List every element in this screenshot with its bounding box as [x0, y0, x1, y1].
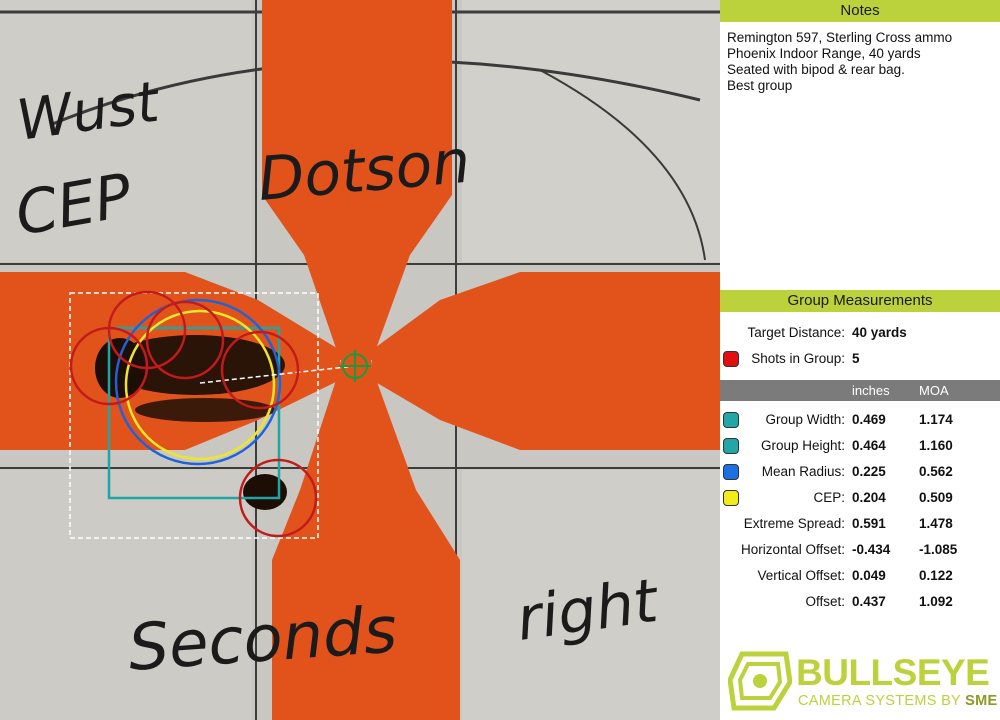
- notes-line: Phoenix Indoor Range, 40 yards: [727, 46, 921, 61]
- measurement-moa-value: 1.478: [919, 516, 953, 531]
- logo-wordmark: BULLSEYE: [796, 652, 990, 693]
- notes-header: Notes: [720, 0, 1000, 22]
- measurement-label: Horizontal Offset:: [740, 542, 845, 557]
- notes-line: Remington 597, Sterling Cross ammo: [727, 30, 953, 45]
- measurement-color-swatch[interactable]: [723, 464, 739, 480]
- measurement-row[interactable]: Offset: 0.437 1.092: [720, 590, 1000, 616]
- measurement-moa-value: 0.562: [919, 464, 953, 479]
- target-distance-label: Target Distance:: [747, 325, 845, 340]
- measurement-row[interactable]: Vertical Offset: 0.049 0.122: [720, 564, 1000, 590]
- measurement-moa-value: 0.122: [919, 568, 953, 583]
- measurement-row[interactable]: CEP: 0.204 0.509: [720, 486, 1000, 512]
- bullseye-logo: BULLSEYE CAMERA SYSTEMS BY SME: [728, 648, 997, 714]
- measurement-moa-value: 0.509: [919, 490, 953, 505]
- measurement-row[interactable]: Group Width: 0.469 1.174: [720, 408, 1000, 434]
- measurement-label: Offset:: [805, 594, 845, 609]
- measurement-row[interactable]: Mean Radius: 0.225 0.562: [720, 460, 1000, 486]
- target-canvas[interactable]: Wust CEP Dotson Seconds right: [0, 0, 720, 720]
- measurement-row[interactable]: Group Height: 0.464 1.160: [720, 434, 1000, 460]
- measurement-inches-value: 0.591: [852, 516, 886, 531]
- measurement-inches-value: 0.225: [852, 464, 886, 479]
- units-header: inches MOA: [720, 380, 1000, 401]
- side-panel: Notes Remington 597, Sterling Cross ammo…: [720, 0, 1000, 720]
- measurement-color-swatch[interactable]: [723, 438, 739, 454]
- measurement-inches-value: 0.469: [852, 412, 886, 427]
- measurement-moa-value: 1.174: [919, 412, 953, 427]
- measurement-label: Vertical Offset:: [757, 568, 845, 583]
- target-image[interactable]: Wust CEP Dotson Seconds right: [0, 0, 720, 720]
- notes-line: Seated with bipod & rear bag.: [727, 62, 905, 77]
- bullseye-logo-icon: [728, 651, 792, 711]
- measurement-inches-value: 0.049: [852, 568, 886, 583]
- target-distance-value[interactable]: 40 yards: [852, 325, 907, 340]
- group-measurements-header: Group Measurements: [720, 290, 1000, 312]
- measurement-inches-value: -0.434: [852, 542, 891, 557]
- units-inches: inches: [852, 383, 890, 398]
- measurement-inches-value: 0.464: [852, 438, 886, 453]
- shots-color-swatch[interactable]: [723, 351, 739, 367]
- notes-line: Best group: [727, 78, 793, 93]
- measurement-color-swatch[interactable]: [723, 490, 739, 506]
- shots-in-group-label: Shots in Group:: [751, 351, 845, 366]
- measurement-inches-value: 0.437: [852, 594, 886, 609]
- measurement-color-swatch[interactable]: [723, 412, 739, 428]
- shots-in-group-row[interactable]: Shots in Group: 5: [720, 347, 1000, 373]
- units-moa: MOA: [919, 383, 949, 398]
- measurement-inches-value: 0.204: [852, 490, 886, 505]
- notes-text[interactable]: Remington 597, Sterling Cross ammo Phoen…: [727, 30, 995, 94]
- measurement-moa-value: -1.085: [919, 542, 958, 557]
- measurement-label: Extreme Spread:: [743, 516, 845, 531]
- measurement-moa-value: 1.160: [919, 438, 953, 453]
- logo-subtitle: CAMERA SYSTEMS BY SME: [798, 693, 997, 709]
- shots-in-group-value: 5: [852, 351, 860, 366]
- measurement-label: Group Height:: [760, 438, 845, 453]
- measurement-label: Mean Radius:: [761, 464, 845, 479]
- target-distance-row[interactable]: Target Distance: 40 yards: [720, 321, 1000, 347]
- logo-subtitle-brand: SME: [965, 693, 998, 709]
- paper-quadrant-bl: [0, 470, 252, 720]
- paper-quadrant-tr: [462, 0, 720, 262]
- measurement-moa-value: 1.092: [919, 594, 953, 609]
- measurement-label: CEP:: [813, 490, 845, 505]
- logo-subtitle-prefix: CAMERA SYSTEMS BY: [798, 693, 966, 709]
- measurement-label: Group Width:: [765, 412, 845, 427]
- measurement-row[interactable]: Horizontal Offset: -0.434 -1.085: [720, 538, 1000, 564]
- measurement-row[interactable]: Extreme Spread: 0.591 1.478: [720, 512, 1000, 538]
